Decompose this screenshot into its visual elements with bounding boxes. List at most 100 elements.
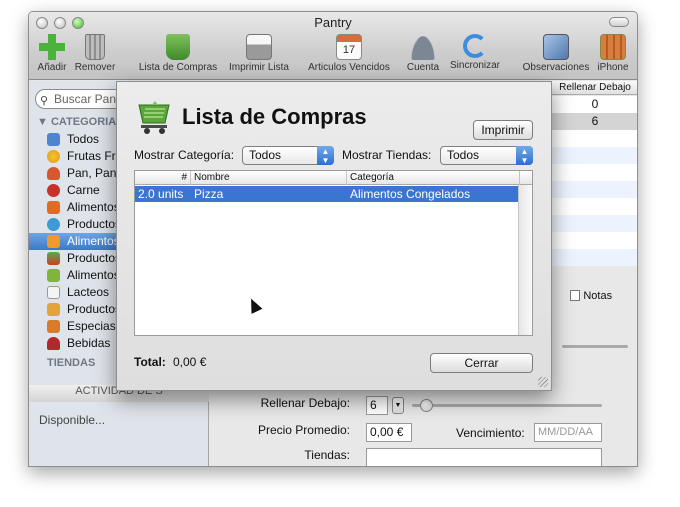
toolbar-shopping-list-label: Lista de Compras [138, 62, 218, 73]
bread-icon [47, 167, 60, 180]
precio-input[interactable]: 0,00 € [366, 423, 412, 442]
total-label: Total: [134, 355, 166, 369]
status-text: Disponible... [39, 413, 106, 427]
rellenar-cell: 6 [591, 114, 599, 128]
vertical-scrollbar[interactable] [518, 185, 532, 335]
meat-icon [47, 184, 60, 197]
vencimiento-input[interactable]: MM/DD/AA [534, 423, 602, 442]
select-arrows-icon: ▲ ▼ [317, 146, 334, 165]
cell-num: 2.0 units [138, 187, 184, 201]
trash-icon [85, 34, 105, 60]
toolbar-notes-label: Observaciones [522, 62, 590, 73]
close-button[interactable]: Cerrar [430, 353, 533, 373]
search-placeholder: Buscar Pant [54, 92, 120, 106]
tiendas-label: Tiendas: [304, 448, 350, 462]
sidebar-item-label: Productos [67, 217, 122, 231]
shopping-list-table: # Nombre Categoría 2.0 units Pizza Alime… [134, 170, 533, 336]
disclosure-triangle-icon: ▼ [37, 116, 51, 128]
toolbar-add-label: Añadir [37, 62, 67, 73]
tiendas-header[interactable]: TIENDAS [47, 357, 95, 369]
slider-top[interactable] [562, 345, 628, 348]
total-value: 0,00 € [173, 355, 207, 369]
toolbar-print-button[interactable]: Imprimir Lista [225, 34, 293, 73]
window-title: Pantry [314, 15, 352, 30]
cart-icon [166, 34, 190, 60]
cart-icon [135, 99, 173, 137]
toolbar-remove-button[interactable]: Remover [73, 34, 117, 73]
sidebar-item-label: Bebidas [67, 336, 111, 350]
rellenar-label: Rellenar Debajo: [260, 396, 350, 410]
sidebar-item-label: Productos [67, 302, 122, 316]
sidebar-item-label: Carne [67, 183, 100, 197]
tiendas-filter-label: Mostrar Tiendas: [342, 148, 432, 162]
notes-tab-icon [570, 290, 580, 302]
frozen-food-icon [47, 235, 60, 248]
iphone-icon [600, 34, 626, 60]
categoria-select[interactable]: Todos ▲ ▼ [242, 146, 334, 165]
tiendas-input[interactable] [366, 448, 602, 466]
resize-grip-icon[interactable] [538, 377, 548, 387]
sidebar-item-label: Pan, Pana [67, 166, 124, 180]
select-arrows-icon: ▲ ▼ [516, 146, 533, 165]
rellenar-cell: 0 [591, 97, 599, 111]
categories-header[interactable]: ▼ CATEGORIAS [37, 116, 123, 128]
toolbar-iphone-label: iPhone [597, 62, 629, 73]
folder-icon [47, 133, 60, 146]
rellenar-input[interactable]: 6 [366, 396, 388, 415]
toolbar-account-label: Cuenta [406, 62, 440, 73]
toolbar-remove-label: Remover [74, 62, 116, 73]
toolbar-shopping-list-button[interactable]: Lista de Compras [135, 34, 221, 73]
milk-icon [47, 286, 60, 299]
calendar-icon: 17 [336, 34, 362, 60]
sidebar-item-label: Todos [67, 132, 100, 146]
toolbar-expired-button[interactable]: 17 Articulos Vencidos [305, 34, 393, 73]
bottle-icon [47, 303, 60, 316]
print-button[interactable]: Imprimir [473, 120, 533, 140]
table-row[interactable]: 2.0 units Pizza Alimentos Congelados [135, 186, 520, 202]
toolbar-expired-label: Articulos Vencidos [308, 62, 390, 73]
categories-header-label: CATEGORIAS [50, 116, 124, 128]
cell-categoria: Alimentos Congelados [350, 187, 471, 201]
column-header-categoria[interactable]: Categoría [347, 171, 520, 185]
search-icon: ⚲ [40, 95, 49, 107]
sidebar-item-label: Alimentos [67, 200, 120, 214]
categoria-filter-label: Mostrar Categoría: [134, 148, 235, 162]
tiendas-select-value: Todos [447, 148, 480, 162]
notes-tab[interactable]: Notas [570, 288, 612, 302]
rellenar-stepper[interactable]: ▼ [392, 397, 404, 414]
sidebar-item-label: Lacteos [67, 285, 110, 299]
toolbar-iphone-button[interactable]: iPhone [595, 34, 631, 73]
vencimiento-label: Vencimiento: [456, 426, 525, 440]
toolbar-notes-button[interactable]: Observaciones [521, 34, 591, 73]
notes-tab-label: Notas [583, 290, 613, 302]
food-box-icon [47, 201, 60, 214]
notepad-icon [543, 34, 569, 60]
categoria-select-value: Todos [249, 148, 282, 162]
tiendas-select[interactable]: Todos ▲ ▼ [440, 146, 533, 165]
sidebar-item-label: Alimentos [67, 268, 120, 282]
printer-icon [246, 34, 272, 60]
sidebar-item-label: Frutas Fre [67, 149, 123, 163]
fruit-icon [47, 150, 60, 163]
slider-thumb[interactable] [420, 399, 433, 412]
sidebar-item-label: Especias, [67, 319, 120, 333]
can-icon [47, 252, 60, 265]
table-header: # Nombre Categoría [135, 171, 532, 185]
wine-icon [47, 337, 60, 350]
toolbar-sync-button[interactable]: Sincronizar [447, 34, 503, 71]
rellenar-slider[interactable] [412, 399, 602, 412]
sync-icon [463, 34, 487, 58]
column-header-nombre[interactable]: Nombre [191, 171, 347, 185]
sidebar-item-label: Productos [67, 251, 122, 265]
shopping-list-sheet: Lista de Compras Imprimir Mostrar Catego… [116, 81, 552, 391]
jar-icon [47, 269, 60, 282]
sheet-title: Lista de Compras [182, 104, 367, 129]
toolbar-toggle-button[interactable] [609, 17, 629, 27]
column-header-num[interactable]: # [135, 171, 191, 185]
cell-nombre: Pizza [194, 187, 224, 201]
toolbar-add-button[interactable]: Añadir [35, 34, 69, 73]
toolbar-print-label: Imprimir Lista [228, 62, 289, 73]
column-header-rellenar[interactable]: Rellenar Debajo [551, 81, 637, 95]
precio-label: Precio Promedio: [257, 423, 350, 437]
toolbar-account-button[interactable]: Cuenta [405, 34, 441, 73]
